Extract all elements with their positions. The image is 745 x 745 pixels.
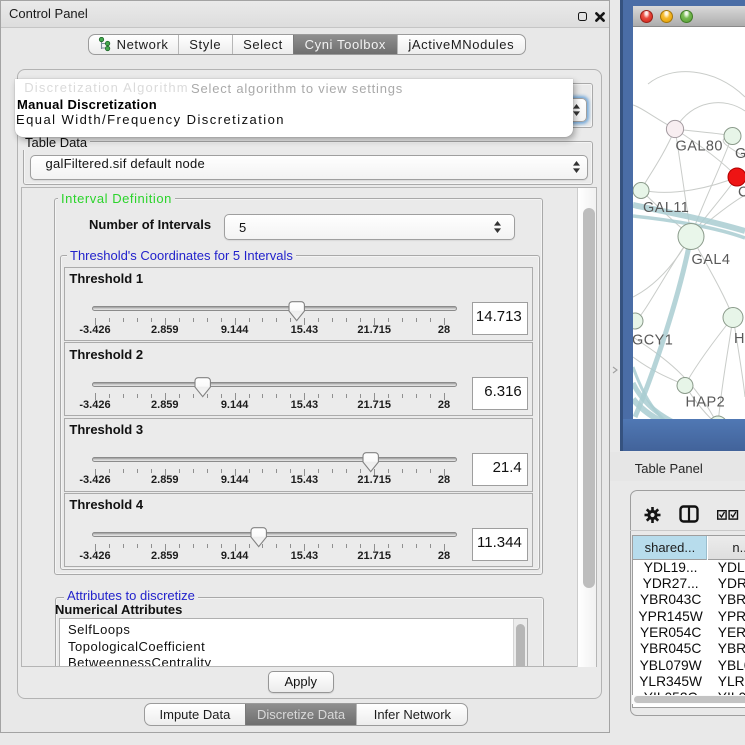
svg-text:H: H: [734, 331, 745, 347]
svg-text:GAL80: GAL80: [676, 139, 723, 155]
svg-text:GCY1: GCY1: [633, 333, 673, 349]
svg-text:HAP2: HAP2: [686, 395, 726, 411]
svg-text:C: C: [738, 185, 745, 201]
svg-text:GAL11: GAL11: [643, 200, 689, 216]
svg-text:GAL4: GAL4: [692, 252, 731, 268]
svg-text:GA: GA: [735, 146, 745, 162]
